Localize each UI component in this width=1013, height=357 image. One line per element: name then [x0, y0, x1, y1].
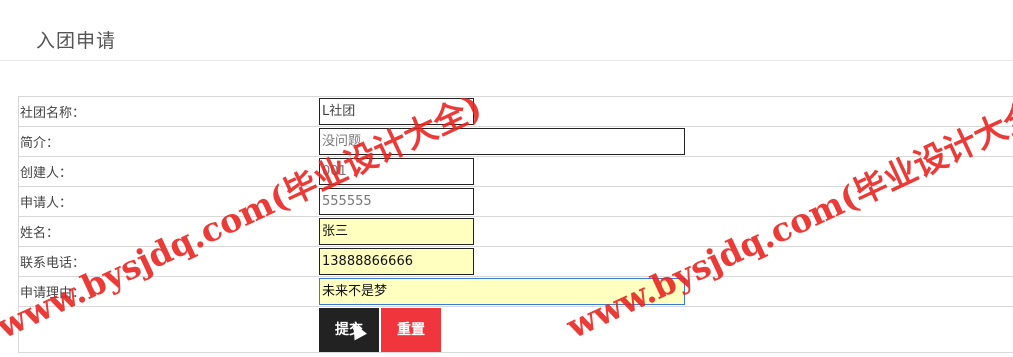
form-row-phone: 联系电话： 13888866666	[18, 246, 1013, 277]
form-row-creator: 创建人： 001	[18, 156, 1013, 187]
club-name-field[interactable]: L社团	[319, 98, 474, 125]
form-row-reason: 申请理由： 未来不是梦	[18, 276, 1013, 307]
name-label: 姓名：	[18, 216, 319, 247]
form-row-name: 姓名： 张三	[18, 216, 1013, 247]
actions-label-cell	[18, 306, 319, 353]
reason-label: 申请理由：	[18, 276, 319, 307]
form-row-applicant: 申请人： 555555	[18, 186, 1013, 217]
applicant-field[interactable]: 555555	[319, 188, 474, 215]
form-row-actions: 提交 重置	[18, 306, 1013, 353]
phone-field[interactable]: 13888866666	[319, 248, 474, 275]
intro-label: 简介：	[18, 126, 319, 157]
applicant-label: 申请人：	[18, 186, 319, 217]
creator-field[interactable]: 001	[319, 158, 474, 185]
application-form: 社团名称： L社团 简介： 没问题 创建人： 001 申请人： 555555 姓…	[18, 96, 1013, 353]
intro-field[interactable]: 没问题	[319, 128, 685, 155]
phone-label: 联系电话：	[18, 246, 319, 277]
page-title: 入团申请	[36, 30, 117, 52]
header-divider	[0, 60, 1013, 61]
form-row-intro: 简介： 没问题	[18, 126, 1013, 157]
creator-label: 创建人：	[18, 156, 319, 187]
form-row-club-name: 社团名称： L社团	[18, 96, 1013, 127]
club-name-label: 社团名称：	[18, 96, 319, 127]
reset-button[interactable]: 重置	[381, 307, 441, 352]
name-field[interactable]: 张三	[319, 218, 474, 245]
reason-field[interactable]: 未来不是梦	[319, 278, 685, 305]
